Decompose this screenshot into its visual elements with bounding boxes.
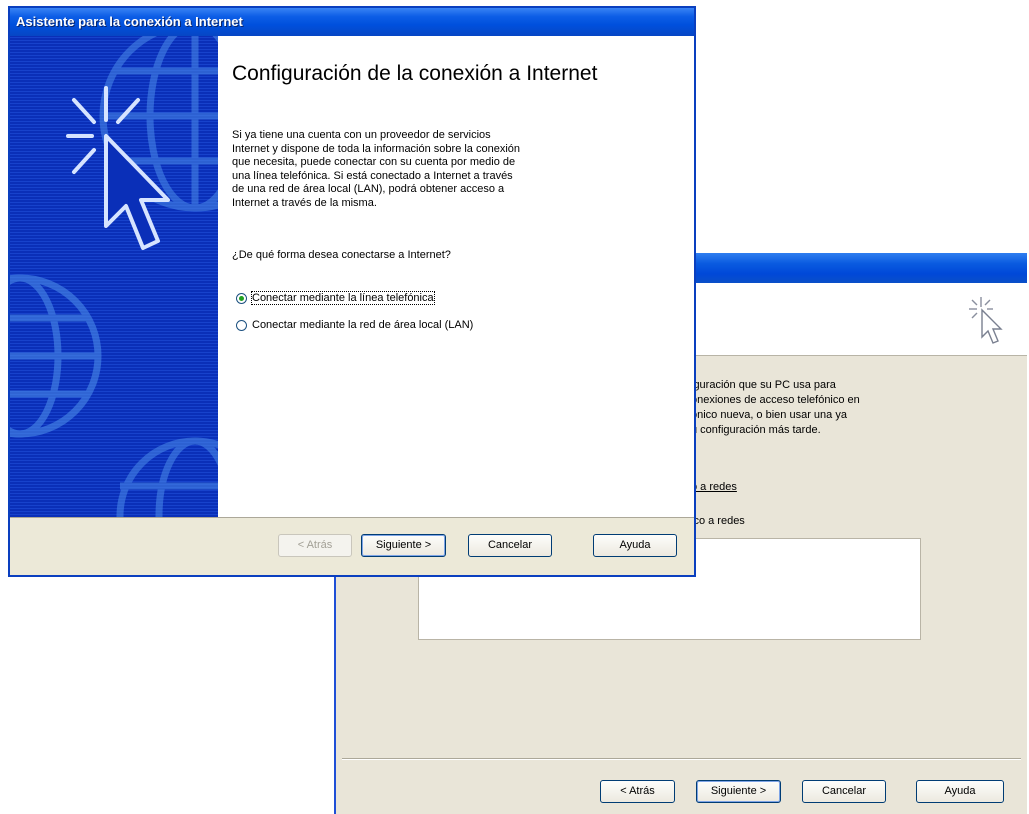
radio-button-lan[interactable] <box>236 320 247 331</box>
description-line: ónico nueva, o bien usar una ya <box>691 409 847 421</box>
wizard-content-panel: Configuración de la conexión a Internet … <box>218 36 694 517</box>
page-title: Configuración de la conexión a Internet <box>232 62 598 85</box>
radio-label-lan[interactable]: Conectar mediante la red de área local (… <box>252 319 473 331</box>
cancel-button-label: Cancelar <box>821 785 867 797</box>
help-button-label: Ayuda <box>944 785 976 797</box>
description-line: iguración que su PC usa para <box>691 379 836 391</box>
back-window-description: iguración que su PC usa para onexiones d… <box>691 378 860 438</box>
description-line: onexiones de acceso telefónico en <box>691 394 860 406</box>
description-line: u configuración más tarde. <box>691 424 821 436</box>
wizard-footer: < Atrás Siguiente > Cancelar Ayuda <box>10 517 694 575</box>
back-button[interactable]: < Atrás <box>600 780 675 803</box>
footer-separator <box>342 758 1021 760</box>
back-button[interactable]: < Atrás <box>278 534 352 557</box>
description-line: una línea telefónica. Si está conectado … <box>232 169 513 182</box>
help-button[interactable]: Ayuda <box>916 780 1004 803</box>
next-button-label: Siguiente > <box>375 539 432 551</box>
description-line: Si ya tiene una cuenta con un proveedor … <box>232 129 491 141</box>
description-line: Internet y dispone de toda la informació… <box>232 142 521 155</box>
network-connection-option[interactable]: o a redes <box>691 481 737 493</box>
description-line: Internet a través de la misma. <box>232 196 377 209</box>
radio-label-phone-line[interactable]: Conectar mediante la línea telefónica <box>251 291 435 305</box>
radio-button-phone-line[interactable] <box>236 293 247 304</box>
connection-question: ¿De qué forma desea conectarse a Interne… <box>232 249 451 261</box>
back-button-label: < Atrás <box>297 539 333 551</box>
next-button[interactable]: Siguiente > <box>361 534 446 557</box>
globe-cursor-icon <box>10 36 218 517</box>
window-titlebar[interactable]: Asistente para la conexión a Internet <box>10 8 694 36</box>
next-button[interactable]: Siguiente > <box>696 780 781 803</box>
cancel-button[interactable]: Cancelar <box>468 534 552 557</box>
wizard-sidebar-graphic <box>10 36 218 517</box>
internet-connection-wizard-window: Asistente para la conexión a Internet Co… <box>8 6 696 577</box>
description-line: de una red de área local (LAN), podrá ob… <box>232 183 505 195</box>
radio-selected-dot <box>239 296 244 301</box>
cancel-button[interactable]: Cancelar <box>802 780 886 803</box>
dialup-connection-option[interactable]: ico a redes <box>691 515 745 527</box>
wizard-description: Si ya tiene una cuenta con un proveedor … <box>232 129 520 210</box>
help-button-label: Ayuda <box>619 539 651 551</box>
cancel-button-label: Cancelar <box>487 539 533 551</box>
window-title: Asistente para la conexión a Internet <box>16 14 243 29</box>
next-button-label: Siguiente > <box>710 785 767 797</box>
help-button[interactable]: Ayuda <box>593 534 677 557</box>
cursor-click-icon <box>969 297 1003 344</box>
description-line: que necesita, puede conectar con su cuen… <box>232 156 516 168</box>
back-button-label: < Atrás <box>620 785 655 797</box>
